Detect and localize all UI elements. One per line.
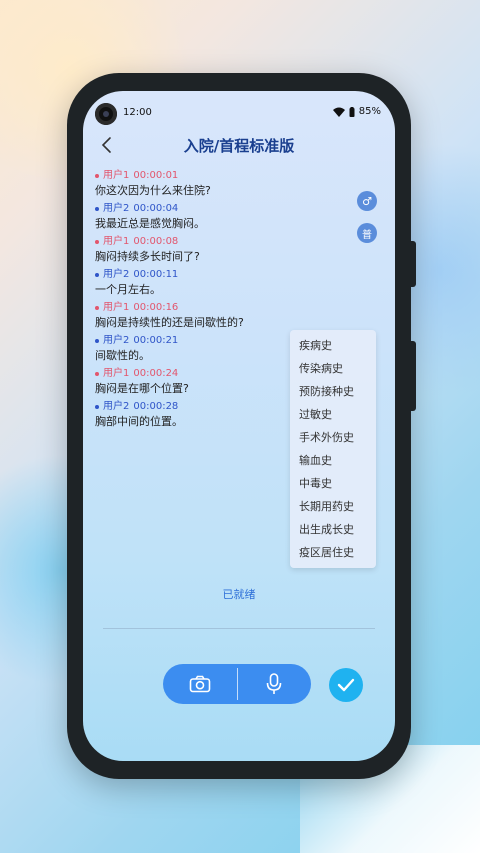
status-text: 已就绪 xyxy=(222,588,256,601)
battery-icon xyxy=(349,106,355,117)
message-text: 我最近总是感觉胸闷。 xyxy=(95,217,205,230)
speaker-label: 用户2 xyxy=(103,269,130,280)
message-text: 胸部中间的位置。 xyxy=(95,415,183,428)
timestamp: 00:00:21 xyxy=(133,335,179,346)
list-item: 用户2 00:00:11 一个月左右。 xyxy=(95,268,295,298)
battery-level: 85% xyxy=(358,106,381,117)
menu-item-infectious-history[interactable]: 传染病史 xyxy=(290,357,376,380)
wifi-icon xyxy=(332,107,345,117)
menu-item-allergy-history[interactable]: 过敏史 xyxy=(290,403,376,426)
list-item: 用户2 00:00:04 我最近总是感觉胸闷。 xyxy=(95,202,295,232)
list-item: 用户1 00:00:01 你这次因为什么来住院? xyxy=(95,169,295,199)
list-item: 用户2 00:00:28 胸部中间的位置。 xyxy=(95,400,295,430)
microphone-button[interactable] xyxy=(238,664,312,704)
check-icon xyxy=(337,678,355,692)
timestamp: 00:00:28 xyxy=(133,401,179,412)
menu-item-vaccination-history[interactable]: 预防接种史 xyxy=(290,380,376,403)
general-mode-button[interactable]: 普 xyxy=(357,223,377,243)
male-icon[interactable]: ♂ xyxy=(357,191,377,211)
menu-item-transfusion-history[interactable]: 输血史 xyxy=(290,449,376,472)
confirm-button[interactable] xyxy=(329,668,363,702)
list-item: 用户1 00:00:08 胸闷持续多长时间了? xyxy=(95,235,295,265)
app-screen: 12:00 85% 入院/首程标准版 用户1 00:00:01 你这次因为什么来住… xyxy=(83,91,395,761)
speaker-label: 用户1 xyxy=(103,368,130,379)
timestamp: 00:00:01 xyxy=(133,170,179,181)
status-indicators: 85% xyxy=(332,106,381,117)
speaker-label: 用户2 xyxy=(103,203,130,214)
front-camera xyxy=(95,103,117,125)
input-toolbar xyxy=(163,664,311,704)
timestamp: 00:00:16 xyxy=(133,302,179,313)
menu-item-growth-history[interactable]: 出生成长史 xyxy=(290,518,376,541)
message-text: 你这次因为什么来住院? xyxy=(95,184,211,197)
speaker-label: 用户1 xyxy=(103,236,130,247)
speaker-label: 用户1 xyxy=(103,170,130,181)
message-text: 间歇性的。 xyxy=(95,349,150,362)
history-menu: 疾病史 传染病史 预防接种史 过敏史 手术外伤史 输血史 中毒史 长期用药史 出… xyxy=(290,330,376,568)
message-text: 胸闷是持续性的还是间歇性的? xyxy=(95,316,244,329)
timestamp: 00:00:24 xyxy=(133,368,179,379)
list-item: 用户1 00:00:24 胸闷是在哪个位置? xyxy=(95,367,295,397)
speaker-label: 用户1 xyxy=(103,302,130,313)
menu-item-surgery-history[interactable]: 手术外伤史 xyxy=(290,426,376,449)
page-title: 入院/首程标准版 xyxy=(183,137,295,155)
message-text: 胸闷是在哪个位置? xyxy=(95,382,189,395)
divider xyxy=(103,628,375,629)
status-time: 12:00 xyxy=(123,107,152,118)
menu-item-poisoning-history[interactable]: 中毒史 xyxy=(290,472,376,495)
message-text: 胸闷持续多长时间了? xyxy=(95,250,200,263)
timestamp: 00:00:08 xyxy=(133,236,179,247)
menu-item-medication-history[interactable]: 长期用药史 xyxy=(290,495,376,518)
camera-icon xyxy=(189,675,211,693)
transcript-list: 用户1 00:00:01 你这次因为什么来住院? 用户2 00:00:04 我最近总… xyxy=(95,169,295,433)
speaker-label: 用户2 xyxy=(103,335,130,346)
message-text: 一个月左右。 xyxy=(95,283,161,296)
menu-item-disease-history[interactable]: 疾病史 xyxy=(290,334,376,357)
speaker-label: 用户2 xyxy=(103,401,130,412)
camera-button[interactable] xyxy=(163,664,237,704)
timestamp: 00:00:04 xyxy=(133,203,179,214)
list-item: 用户1 00:00:16 胸闷是持续性的还是间歇性的? xyxy=(95,301,295,331)
phone-frame: 12:00 85% 入院/首程标准版 用户1 00:00:01 你这次因为什么来住… xyxy=(67,73,416,779)
list-item: 用户2 00:00:21 间歇性的。 xyxy=(95,334,295,364)
timestamp: 00:00:11 xyxy=(133,269,179,280)
menu-item-epidemic-history[interactable]: 疫区居住史 xyxy=(290,541,376,564)
microphone-icon xyxy=(266,673,282,694)
